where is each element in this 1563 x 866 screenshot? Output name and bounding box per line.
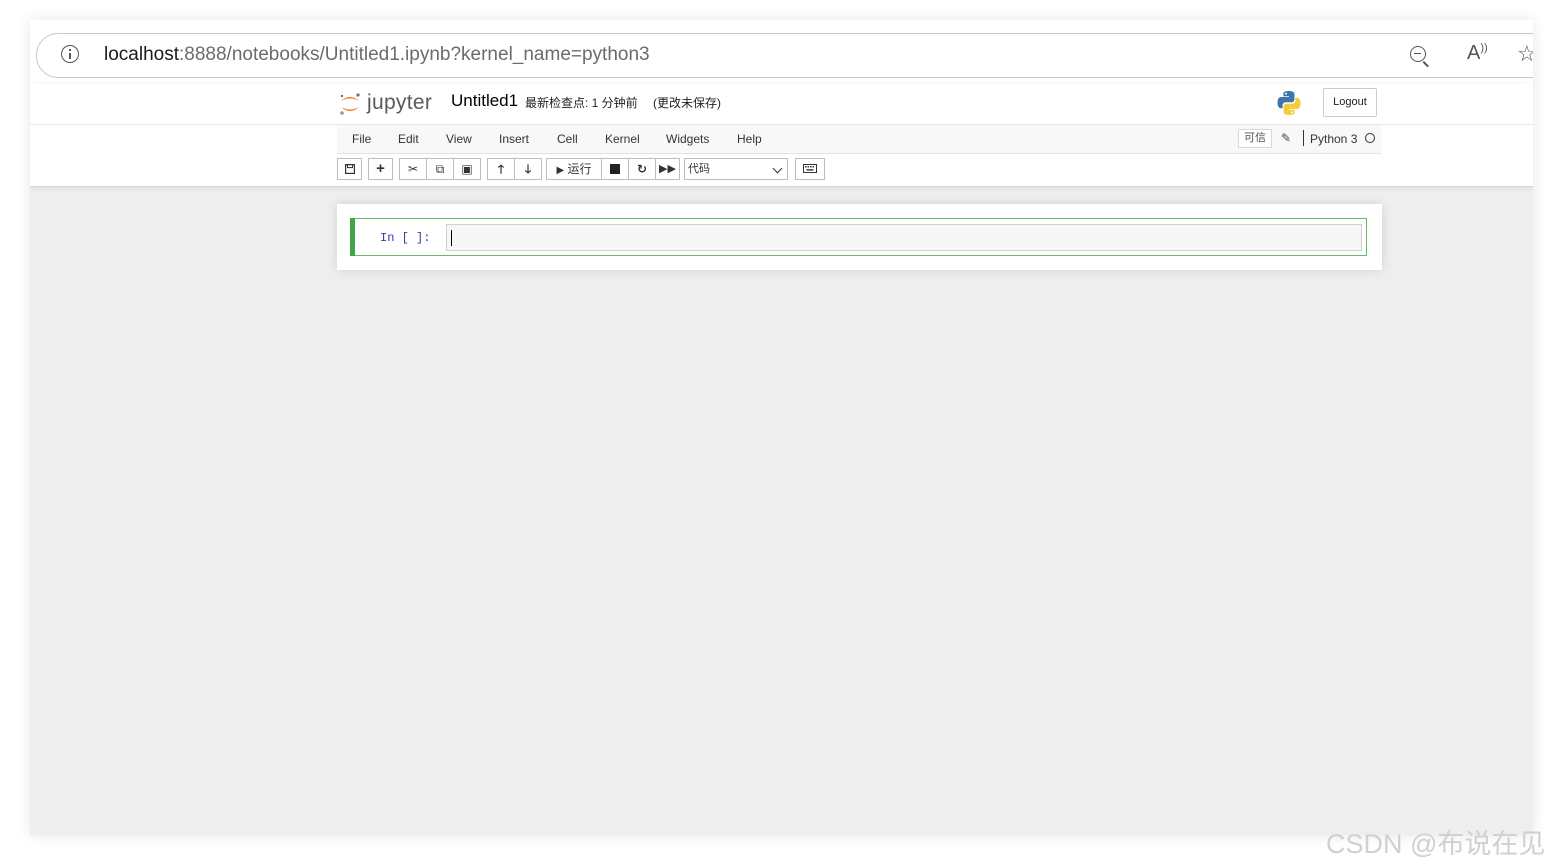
url-text[interactable]: localhost:8888/notebooks/Untitled1.ipynb…: [104, 44, 650, 66]
menu-kernel[interactable]: Kernel: [605, 132, 640, 146]
logout-button[interactable]: Logout: [1323, 88, 1377, 117]
menu-view[interactable]: View: [446, 132, 472, 146]
kernel-name[interactable]: Python 3: [1310, 132, 1357, 146]
cell-type-select[interactable]: 代码: [684, 158, 788, 180]
arrow-up-icon: 🡑: [497, 162, 505, 176]
kernel-divider: [1303, 130, 1304, 146]
menubar: File Edit View Insert Cell Kernel Widget…: [337, 125, 1381, 154]
cell-type-value: 代码: [688, 163, 710, 175]
cell-edit-mode-bar: [350, 218, 355, 256]
jupyter-logo-text: jupyter: [367, 91, 433, 114]
restart-kernel-button[interactable]: ↻: [628, 158, 656, 180]
autosave-status: (更改未保存): [653, 96, 721, 110]
notebook-title[interactable]: Untitled1: [451, 91, 518, 111]
notebook-container: In [ ]:: [337, 204, 1382, 270]
browser-window: localhost:8888/notebooks/Untitled1.ipynb…: [30, 20, 1533, 835]
menu-edit[interactable]: Edit: [398, 132, 419, 146]
plus-icon: +: [376, 160, 385, 177]
favorite-star-icon[interactable]: ☆: [1517, 41, 1533, 67]
code-input[interactable]: [446, 224, 1362, 251]
copy-icon: ⧉: [435, 162, 445, 176]
stop-icon: [610, 164, 620, 174]
code-cell[interactable]: In [ ]:: [350, 218, 1367, 256]
address-bar[interactable]: localhost:8888/notebooks/Untitled1.ipynb…: [36, 33, 1533, 78]
run-button[interactable]: ▶ 运行: [546, 158, 602, 180]
read-aloud-icon[interactable]: A)): [1467, 42, 1488, 65]
site-info-icon[interactable]: [61, 45, 79, 63]
fast-forward-icon: ▶▶: [659, 163, 676, 175]
cut-button[interactable]: ✂: [399, 158, 427, 180]
menu-cell[interactable]: Cell: [557, 132, 578, 146]
jupyter-header: jupyter Untitled1 最新检查点: 1 分钟前 (更改未保存) L…: [30, 84, 1533, 187]
move-down-button[interactable]: 🡓: [514, 158, 542, 180]
text-cursor: [451, 230, 452, 246]
url-host: localhost: [104, 44, 179, 65]
browser-toolbar: localhost:8888/notebooks/Untitled1.ipynb…: [30, 20, 1533, 84]
paste-button[interactable]: ▣: [453, 158, 481, 180]
restart-run-all-button[interactable]: ▶▶: [655, 158, 680, 180]
keyboard-icon: [803, 164, 817, 173]
kernel-idle-indicator-icon: [1365, 133, 1375, 143]
copy-button[interactable]: ⧉: [426, 158, 454, 180]
input-prompt: In [ ]:: [380, 231, 431, 245]
checkpoint-status: 最新检查点: 1 分钟前: [525, 96, 638, 110]
menu-file[interactable]: File: [352, 132, 371, 146]
run-label: 运行: [567, 162, 592, 176]
chevron-down-icon: [772, 163, 783, 174]
watermark: CSDN @布说在见: [1326, 829, 1546, 859]
command-palette-button[interactable]: [795, 158, 825, 180]
interrupt-button[interactable]: [601, 158, 629, 180]
jupyter-logo[interactable]: jupyter: [339, 88, 439, 120]
paste-icon: ▣: [461, 162, 473, 176]
zoom-out-icon[interactable]: [1410, 46, 1426, 62]
arrow-down-icon: 🡓: [524, 162, 532, 176]
jupyter-logo-icon: [340, 93, 360, 115]
menu-insert[interactable]: Insert: [499, 132, 529, 146]
insert-cell-button[interactable]: +: [368, 158, 393, 180]
save-button[interactable]: [337, 158, 362, 180]
restart-icon: ↻: [636, 162, 648, 176]
scissors-icon: ✂: [407, 162, 419, 176]
play-icon: ▶: [556, 165, 565, 176]
python-logo-icon: [1277, 91, 1301, 115]
save-icon: [344, 164, 355, 175]
trusted-notebook-indicator[interactable]: 可信: [1238, 129, 1272, 148]
menu-help[interactable]: Help: [737, 132, 762, 146]
edit-mode-pencil-icon: ✎: [1281, 131, 1292, 145]
url-path: :8888/notebooks/Untitled1.ipynb?kernel_n…: [179, 44, 650, 65]
move-up-button[interactable]: 🡑: [487, 158, 515, 180]
menu-widgets[interactable]: Widgets: [666, 132, 709, 146]
